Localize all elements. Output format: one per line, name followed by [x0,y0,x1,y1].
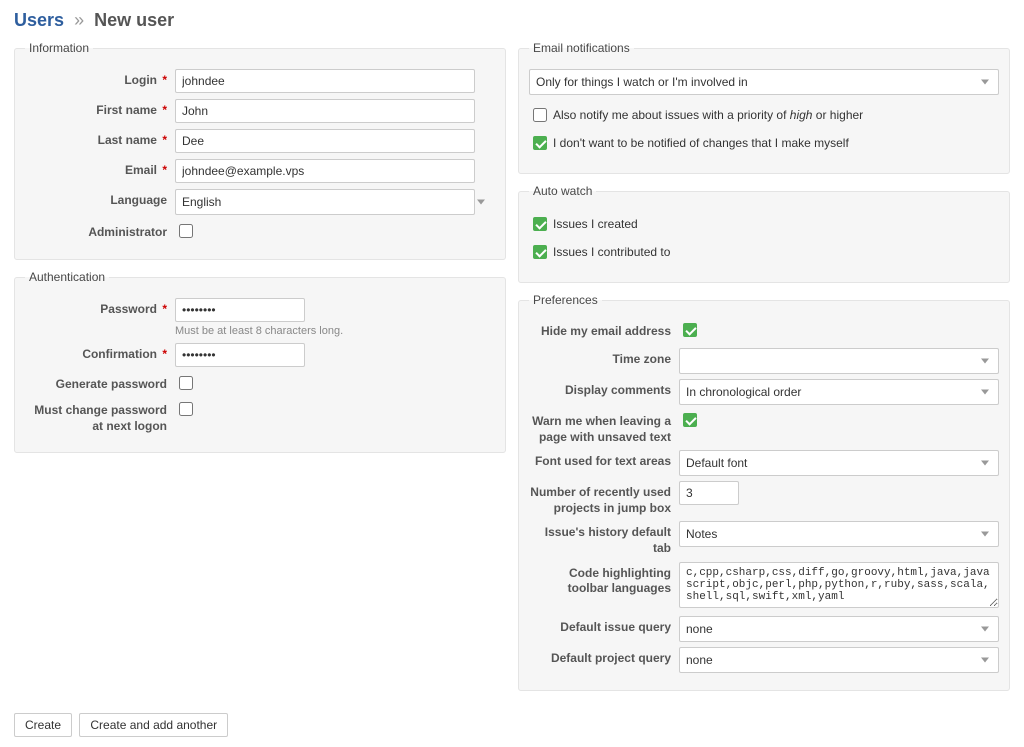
last-name-input[interactable] [175,129,475,153]
buttons-row: Create Create and add another [14,713,1010,737]
confirmation-input[interactable] [175,343,305,367]
default-issue-query-label: Default issue query [529,616,679,636]
default-issue-query-select[interactable]: none [679,616,999,642]
language-select[interactable]: English [175,189,475,215]
default-project-query-select[interactable]: none [679,647,999,673]
information-fieldset: Information Login * First name * Last na… [14,41,506,260]
warn-unsaved-label: Warn me when leaving a page with unsaved… [529,410,679,445]
information-legend: Information [25,41,93,55]
password-hint: Must be at least 8 characters long. [175,325,495,337]
first-name-label: First name * [25,99,175,117]
auto-watch-fieldset: Auto watch Issues I created Issues I con… [518,184,1010,283]
code-highlight-textarea[interactable]: c,cpp,csharp,css,diff,go,groovy,html,jav… [679,562,999,608]
preferences-legend: Preferences [529,293,602,307]
generate-password-checkbox[interactable] [179,376,193,390]
preferences-fieldset: Preferences Hide my email address Time z… [518,293,1010,691]
create-button[interactable]: Create [14,713,72,737]
warn-unsaved-checkbox[interactable] [683,413,697,427]
administrator-label: Administrator [25,221,175,239]
authentication-fieldset: Authentication Password * Must be at lea… [14,270,506,453]
page-title: Users » New user [14,10,1010,31]
password-label: Password * [25,298,175,316]
recent-projects-label: Number of recently used projects in jump… [529,481,679,516]
first-name-input[interactable] [175,99,475,123]
font-select[interactable]: Default font [679,450,999,476]
breadcrumb-separator: » [74,10,84,30]
email-label: Email * [25,159,175,177]
last-name-label: Last name * [25,129,175,147]
email-notifications-legend: Email notifications [529,41,634,55]
generate-password-label: Generate password [25,373,175,391]
must-change-label: Must change password at next logon [25,399,175,434]
watch-contributed-label: Issues I contributed to [553,245,670,259]
hide-email-label: Hide my email address [529,320,679,340]
display-comments-select[interactable]: In chronological order [679,379,999,405]
timezone-label: Time zone [529,348,679,368]
auto-watch-legend: Auto watch [529,184,596,198]
login-label: Login * [25,69,175,87]
watch-created-label: Issues I created [553,217,638,231]
also-notify-priority-label: Also notify me about issues with a prior… [553,108,863,122]
display-comments-label: Display comments [529,379,679,399]
language-select-wrap: English [175,189,495,215]
administrator-checkbox[interactable] [179,224,193,238]
also-notify-priority-checkbox[interactable] [533,108,547,122]
must-change-checkbox[interactable] [179,402,193,416]
create-add-another-button[interactable]: Create and add another [79,713,228,737]
watch-contributed-checkbox[interactable] [533,245,547,259]
recent-projects-input[interactable] [679,481,739,505]
history-tab-label: Issue's history default tab [529,521,679,556]
notification-option-select[interactable]: Only for things I watch or I'm involved … [529,69,999,95]
email-input[interactable] [175,159,475,183]
watch-created-checkbox[interactable] [533,217,547,231]
users-link[interactable]: Users [14,10,64,30]
page-subtitle: New user [94,10,174,30]
hide-email-checkbox[interactable] [683,323,697,337]
default-project-query-label: Default project query [529,647,679,667]
authentication-legend: Authentication [25,270,109,284]
confirmation-label: Confirmation * [25,343,175,361]
notification-option-wrap: Only for things I watch or I'm involved … [529,69,999,95]
language-label: Language [25,189,175,207]
code-highlight-label: Code highlighting toolbar languages [529,562,679,597]
font-label: Font used for text areas [529,450,679,470]
timezone-select[interactable] [679,348,999,374]
email-notifications-fieldset: Email notifications Only for things I wa… [518,41,1010,174]
login-input[interactable] [175,69,475,93]
no-self-notify-checkbox[interactable] [533,136,547,150]
no-self-notify-label: I don't want to be notified of changes t… [553,136,849,150]
password-input[interactable] [175,298,305,322]
history-tab-select[interactable]: Notes [679,521,999,547]
